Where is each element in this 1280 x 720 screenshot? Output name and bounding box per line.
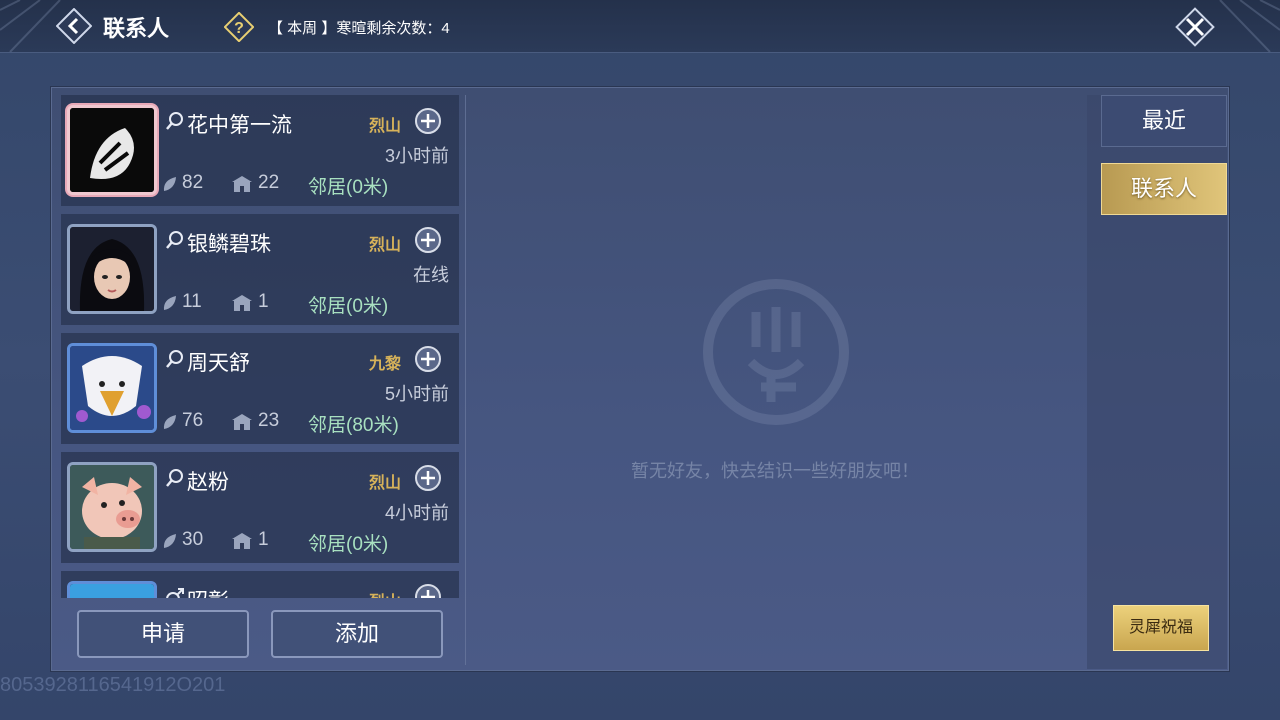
empty-state-text: 暂无好友，快去结识一些好朋友吧！ bbox=[631, 461, 919, 481]
apply-button[interactable]: 申请 bbox=[77, 610, 249, 658]
school-badge: 烈山 bbox=[369, 118, 402, 135]
leaf-icon bbox=[163, 177, 176, 191]
house-icon bbox=[232, 295, 252, 311]
contact-name: 花中第一流 bbox=[187, 114, 292, 137]
avatar[interactable] bbox=[67, 462, 157, 552]
school-badge: 烈山 bbox=[369, 588, 401, 598]
leaf-icon bbox=[163, 534, 176, 548]
male-icon bbox=[166, 588, 184, 598]
intimacy-value: 30 bbox=[182, 529, 204, 550]
contact-name: 赵粉 bbox=[187, 471, 229, 494]
page-title: 联系人 bbox=[103, 16, 170, 41]
avatar-image bbox=[70, 584, 154, 598]
avatar-image bbox=[70, 227, 154, 311]
close-icon[interactable] bbox=[1172, 4, 1218, 50]
avatar[interactable] bbox=[67, 224, 157, 314]
neighbor-distance: 邻居(0米) bbox=[308, 534, 389, 555]
add-friend-icon[interactable] bbox=[414, 226, 442, 254]
avatar-image bbox=[70, 346, 154, 430]
contact-item[interactable]: 昭彰 烈山 bbox=[61, 571, 459, 598]
weekly-remaining-text: 【 本周 】寒暄剩余次数：4 bbox=[268, 20, 450, 37]
last-seen: 在线 bbox=[413, 265, 449, 285]
search-gender-icon bbox=[166, 350, 183, 368]
house-level-value: 1 bbox=[258, 291, 269, 312]
search-gender-icon bbox=[166, 231, 183, 249]
contact-list[interactable]: 花中第一流 烈山 3小时前 82 22 邻居(0米) 银鳞碧珠 烈山 在线 11… bbox=[61, 95, 459, 598]
top-bar: 联系人 ? 【 本周 】寒暄剩余次数：4 bbox=[0, 0, 1280, 53]
intimacy-value: 11 bbox=[182, 291, 202, 312]
avatar[interactable] bbox=[67, 581, 157, 598]
avatar[interactable] bbox=[67, 105, 157, 195]
contact-name: 周天舒 bbox=[187, 352, 250, 375]
neighbor-distance: 邻居(0米) bbox=[308, 177, 389, 198]
neighbor-distance: 邻居(80米) bbox=[308, 415, 399, 436]
tab-column: 最近 联系人 bbox=[1087, 95, 1227, 669]
leaf-icon bbox=[163, 296, 176, 310]
house-icon bbox=[232, 414, 252, 430]
school-badge: 烈山 bbox=[369, 237, 402, 254]
help-icon[interactable]: ? bbox=[224, 12, 254, 42]
house-level-value: 1 bbox=[258, 529, 269, 550]
house-icon bbox=[232, 533, 252, 549]
intimacy-value: 82 bbox=[182, 172, 204, 193]
avatar[interactable] bbox=[67, 343, 157, 433]
search-gender-icon bbox=[166, 469, 183, 487]
svg-text:?: ? bbox=[234, 20, 244, 37]
search-gender-icon bbox=[166, 112, 183, 130]
school-badge: 九黎 bbox=[369, 356, 402, 373]
empty-logo-icon bbox=[703, 279, 849, 425]
school-badge: 烈山 bbox=[369, 475, 402, 492]
contact-item[interactable]: 银鳞碧珠 烈山 在线 11 1 邻居(0米) bbox=[61, 214, 459, 325]
back-icon[interactable] bbox=[56, 8, 92, 44]
house-level-value: 23 bbox=[258, 410, 280, 431]
contacts-panel: 花中第一流 烈山 3小时前 82 22 邻居(0米) 银鳞碧珠 烈山 在线 11… bbox=[50, 86, 1230, 672]
contact-name: 昭彰 bbox=[187, 585, 229, 598]
contact-item[interactable]: 花中第一流 烈山 3小时前 82 22 邻居(0米) bbox=[61, 95, 459, 206]
add-friend-icon[interactable] bbox=[414, 107, 442, 135]
add-friend-icon[interactable] bbox=[414, 464, 442, 492]
contact-name: 银鳞碧珠 bbox=[187, 233, 271, 256]
contact-item[interactable]: 赵粉 烈山 4小时前 30 1 邻居(0米) bbox=[61, 452, 459, 563]
avatar-image bbox=[70, 465, 154, 549]
leaf-icon bbox=[163, 415, 176, 429]
column-divider bbox=[465, 95, 466, 665]
house-icon bbox=[232, 176, 252, 192]
tab-contacts[interactable]: 联系人 bbox=[1101, 163, 1227, 215]
tab-recent[interactable]: 最近 bbox=[1101, 95, 1227, 147]
last-seen: 4小时前 bbox=[384, 503, 449, 523]
add-button[interactable]: 添加 bbox=[271, 610, 443, 658]
add-friend-icon[interactable] bbox=[414, 345, 442, 373]
last-seen: 3小时前 bbox=[384, 146, 449, 166]
add-friend-icon[interactable] bbox=[414, 583, 442, 598]
bless-button[interactable]: 灵犀祝福 bbox=[1113, 605, 1209, 651]
intimacy-value: 76 bbox=[182, 410, 204, 431]
user-id-text: 8053928116541912O201 bbox=[0, 674, 226, 696]
contact-item[interactable]: 周天舒 九黎 5小时前 76 23 邻居(80米) bbox=[61, 333, 459, 444]
avatar-image bbox=[70, 108, 154, 192]
neighbor-distance: 邻居(0米) bbox=[308, 296, 389, 317]
house-level-value: 22 bbox=[258, 172, 280, 193]
last-seen: 5小时前 bbox=[384, 384, 449, 404]
